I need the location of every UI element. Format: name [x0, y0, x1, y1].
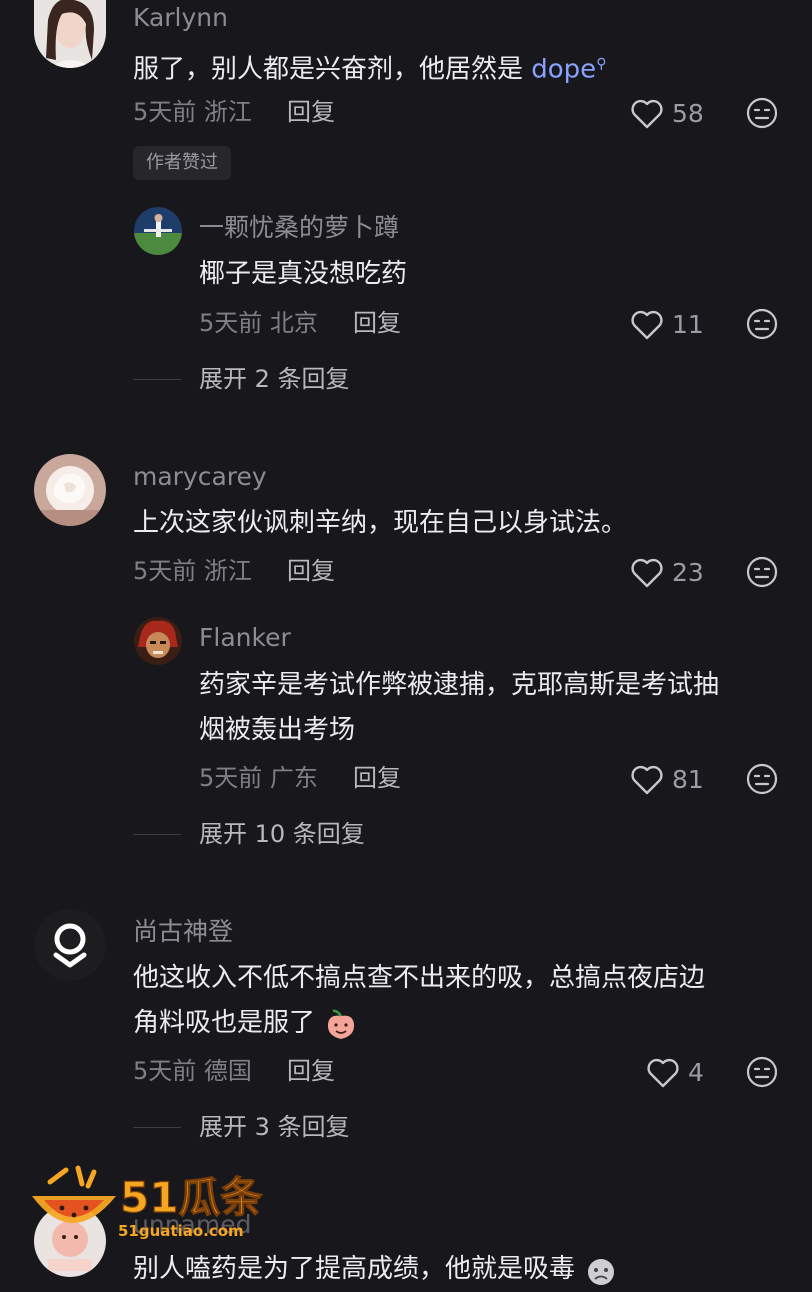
heart-outline-icon — [631, 310, 663, 340]
comment-username[interactable]: 尚古神登 — [133, 917, 233, 947]
like-count: 81 — [672, 765, 704, 794]
reply-meta: 5天前 广东 — [199, 763, 318, 793]
comment-location: 浙江 — [203, 98, 252, 126]
like-button[interactable]: 23 — [630, 556, 704, 590]
expand-replies-label: 展开 2 条回复 — [199, 365, 350, 393]
reply-text: 椰子是真没想吃药 — [199, 259, 408, 289]
comment-time: 5天前 — [133, 557, 197, 585]
divider-line — [133, 833, 181, 835]
watermark-brand: 51瓜条 — [120, 1173, 262, 1222]
search-link[interactable]: dope — [531, 55, 596, 85]
comment-text-line2-text: 角料吸也是服了 — [133, 1008, 316, 1038]
like-button[interactable]: 58 — [630, 97, 704, 131]
heart-outline-icon — [631, 558, 663, 588]
reply-username[interactable]: 一颗忧桑的萝卜蹲 — [199, 213, 399, 243]
like-count: 11 — [672, 310, 704, 339]
avatar-marycarey[interactable] — [34, 454, 106, 526]
comment-text: 服了，别人都是兴奋剂，他居然是 dope⚲ — [133, 41, 606, 93]
reply-button[interactable]: 回复 — [287, 556, 335, 586]
expand-replies-label: 展开 10 条回复 — [199, 820, 365, 848]
avatar-flanker[interactable] — [134, 617, 182, 665]
comment-text-line1: 他这收入不低不搞点查不出来的吸，总搞点夜店边 — [133, 963, 706, 993]
reply-text-line2: 烟被轰出考场 — [199, 715, 356, 745]
comment-location: 浙江 — [203, 557, 252, 585]
reply-button[interactable]: 回复 — [287, 1056, 335, 1086]
reply-button[interactable]: 回复 — [353, 308, 401, 338]
comment-username[interactable]: Karlynn — [133, 3, 228, 33]
like-count: 58 — [672, 99, 704, 128]
search-icon[interactable]: ⚲ — [596, 56, 606, 72]
comment-meta: 5天前 浙江 — [133, 97, 252, 127]
divider-line — [133, 1126, 181, 1128]
avatar-shanggushendeng[interactable] — [34, 909, 106, 981]
heart-outline-icon — [631, 765, 663, 795]
expand-replies-button[interactable]: 展开 3 条回复 — [133, 1112, 350, 1142]
watermark-logo: 51瓜条 51guatiao.com — [26, 1160, 286, 1280]
neutral-face-icon — [746, 556, 778, 588]
reply-time: 5天前 — [199, 764, 263, 792]
comment-username[interactable]: marycarey — [133, 462, 267, 492]
neutral-face-icon — [746, 308, 778, 340]
expand-replies-button[interactable]: 展开 10 条回复 — [133, 819, 365, 849]
comment-time: 5天前 — [133, 1057, 197, 1085]
reply-meta: 5天前 北京 — [199, 308, 318, 338]
neutral-face-icon — [746, 97, 778, 129]
heart-outline-icon — [647, 1058, 679, 1088]
watermark-url: 51guatiao.com — [118, 1222, 244, 1240]
author-liked-badge: 作者赞过 — [133, 146, 231, 180]
neutral-face-icon — [746, 1056, 778, 1088]
comment-text: 上次这家伙讽刺辛纳，现在自己以身试法。 — [133, 508, 628, 538]
like-button[interactable]: 4 — [646, 1056, 704, 1090]
expand-replies-button[interactable]: 展开 2 条回复 — [133, 364, 350, 394]
avatar-karlynn[interactable] — [34, 0, 106, 68]
dislike-button[interactable] — [746, 763, 778, 795]
comment-meta: 5天前 浙江 — [133, 556, 252, 586]
reply-text-line1: 药家辛是考试作弊被逮捕，克耶高斯是考试抽 — [199, 670, 720, 700]
dislike-button[interactable] — [746, 556, 778, 588]
reply-location: 广东 — [269, 764, 318, 792]
reply-time: 5天前 — [199, 309, 263, 337]
reply-button[interactable]: 回复 — [353, 763, 401, 793]
reply-username[interactable]: Flanker — [199, 623, 291, 653]
like-button[interactable]: 81 — [630, 763, 704, 797]
comment-text-line2: 角料吸也是服了 — [133, 1000, 359, 1046]
sad-face-emoji-icon — [588, 1258, 615, 1285]
peach-emoji-icon — [328, 1009, 355, 1039]
comment-meta: 5天前 德国 — [133, 1056, 252, 1086]
heart-outline-icon — [631, 99, 663, 129]
expand-replies-label: 展开 3 条回复 — [199, 1113, 350, 1141]
like-count: 23 — [672, 558, 704, 587]
comment-location: 德国 — [203, 1057, 252, 1085]
dislike-button[interactable] — [746, 97, 778, 129]
like-count: 4 — [688, 1058, 704, 1087]
dislike-button[interactable] — [746, 1056, 778, 1088]
dislike-button[interactable] — [746, 308, 778, 340]
comment-time: 5天前 — [133, 98, 197, 126]
reply-location: 北京 — [269, 309, 318, 337]
neutral-face-icon — [746, 763, 778, 795]
like-button[interactable]: 11 — [630, 308, 704, 342]
divider-line — [133, 378, 181, 380]
avatar-reply-user[interactable] — [134, 207, 182, 255]
comment-text-plain: 服了，别人都是兴奋剂，他居然是 — [133, 54, 532, 85]
reply-button[interactable]: 回复 — [287, 97, 335, 127]
